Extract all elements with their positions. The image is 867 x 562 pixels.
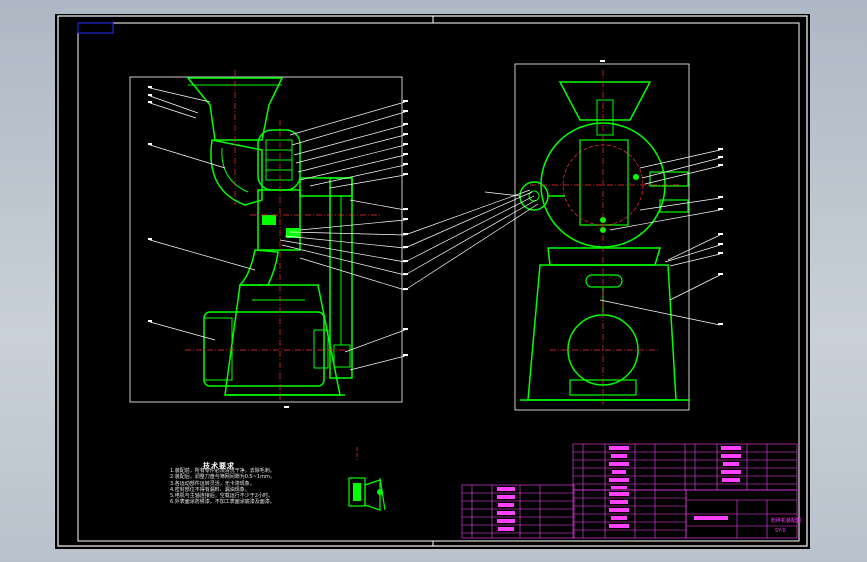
corner-label-box: [77, 22, 114, 34]
motor: [203, 311, 325, 387]
title-block-code: SY-0: [775, 528, 786, 534]
stand-frame: [224, 284, 341, 396]
title-block-name: 粉碎机装配图: [771, 518, 802, 524]
parts-list-text-marks: [497, 446, 741, 531]
front-hopper: [558, 81, 652, 121]
detail-view: [348, 447, 386, 511]
inner-frame: [77, 22, 800, 542]
inlet-chute: [210, 139, 263, 206]
cad-viewport: 技术要求 1.装配前，所有零件必须清洗干净，去除毛刺。 2.装配后，调整刀盘与筛…: [0, 0, 867, 562]
cross-leaders: [404, 189, 539, 291]
side-view-boundary: [129, 76, 403, 403]
outer-frame: [57, 15, 808, 547]
motor-pulley: [333, 344, 351, 368]
drawing-canvas: [57, 15, 808, 547]
bearing-block: [262, 215, 276, 225]
side-view: [129, 70, 408, 403]
front-view-boundary: [514, 63, 690, 411]
tech-requirements-list: 1.装配前，所有零件必须清洗干净，去除毛刺。 2.装配后，调整刀盘与筛网间隙为0…: [170, 468, 330, 506]
side-view-balloon-ticks: [148, 86, 408, 356]
shaft-housing: [299, 177, 353, 197]
tech-requirement-line: 6.外表面涂防锈漆，不加工表面涂底漆及面漆。: [170, 499, 275, 506]
